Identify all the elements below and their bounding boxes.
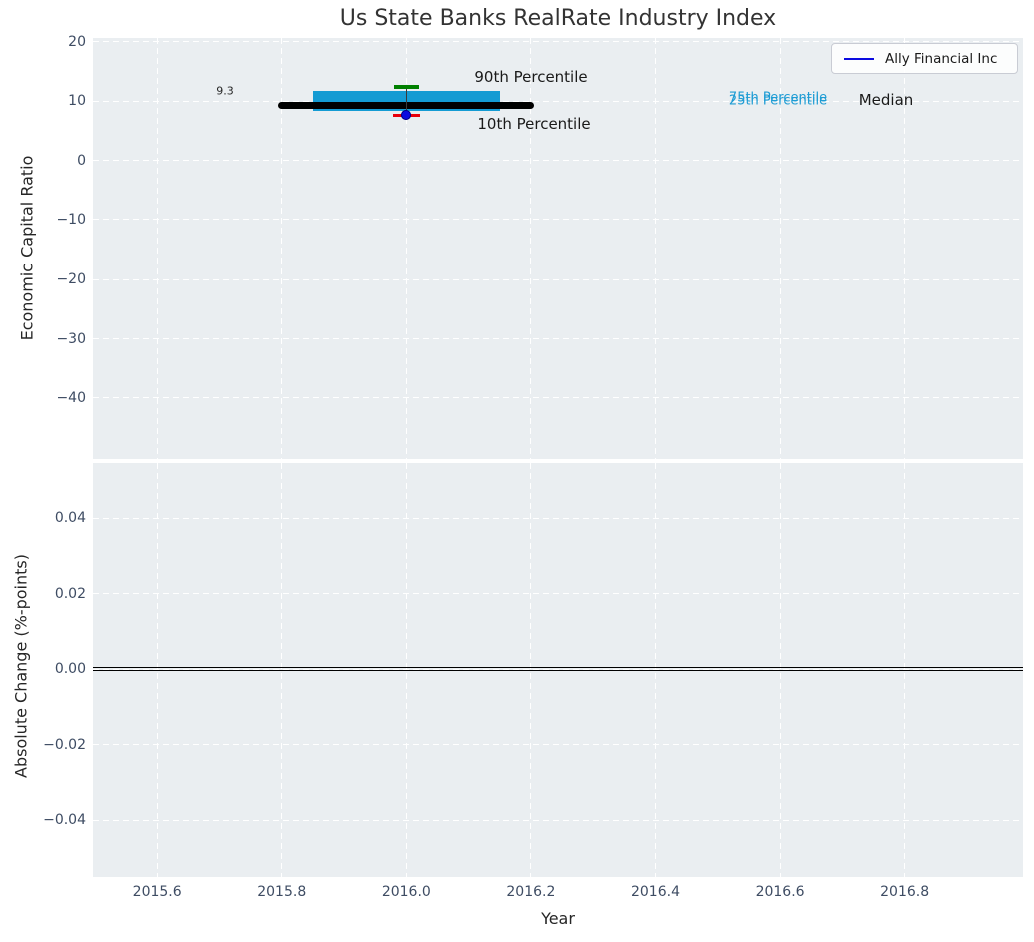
zero-line [93, 667, 1023, 668]
annotation-90th-percentile: 90th Percentile [474, 68, 587, 86]
zero-line [93, 670, 1023, 671]
gridline-horizontal [93, 338, 1023, 339]
annotation-median-value: 9.3 [216, 85, 234, 98]
x-tick-label: 2016.0 [382, 884, 431, 900]
x-tick-label: 2016.2 [506, 884, 555, 900]
legend-line-sample [844, 58, 874, 60]
x-tick-label: 2016.4 [631, 884, 680, 900]
y-axis-label-absolute-change: Absolute Change (%-points) [12, 554, 31, 778]
y-tick-label: 0.04 [36, 510, 86, 526]
y-tick-label: 0.00 [36, 661, 86, 677]
legend: Ally Financial Inc [831, 43, 1018, 74]
gridline-horizontal [93, 219, 1023, 220]
gridline-horizontal [93, 279, 1023, 280]
annotation-10th-percentile: 10th Percentile [477, 115, 590, 133]
gridline-horizontal [93, 397, 1023, 398]
x-tick-label: 2015.8 [257, 884, 306, 900]
annotation-median: Median [859, 91, 914, 109]
x-tick-label: 2016.8 [880, 884, 929, 900]
gridline-horizontal [93, 518, 1023, 519]
y-tick-label: −10 [36, 212, 86, 228]
x-axis-label-year: Year [93, 909, 1023, 928]
y-tick-label: 20 [36, 34, 86, 50]
p90-cap [394, 85, 419, 88]
y-tick-label: −0.04 [36, 812, 86, 828]
chart-figure: Us State Banks RealRate Industry Index E… [0, 0, 1034, 942]
bottom-plot-area [93, 463, 1023, 877]
y-tick-label: 10 [36, 93, 86, 109]
gridline-horizontal [93, 593, 1023, 594]
y-tick-label: −0.02 [36, 737, 86, 753]
gridline-horizontal [93, 160, 1023, 161]
x-tick-label: 2016.6 [756, 884, 805, 900]
y-tick-label: −20 [36, 271, 86, 287]
chart-title: Us State Banks RealRate Industry Index [93, 6, 1023, 31]
y-tick-label: 0.02 [36, 586, 86, 602]
y-tick-label: −40 [36, 390, 86, 406]
company-data-point [401, 110, 411, 120]
x-tick-label: 2015.6 [133, 884, 182, 900]
gridline-horizontal [93, 744, 1023, 745]
y-tick-label: 0 [36, 153, 86, 169]
y-axis-label-economic-capital-ratio: Economic Capital Ratio [18, 156, 37, 341]
y-tick-label: −30 [36, 331, 86, 347]
annotation-25th-percentile: 25th Percentile [729, 93, 827, 108]
gridline-horizontal [93, 820, 1023, 821]
legend-label: Ally Financial Inc [885, 51, 997, 67]
